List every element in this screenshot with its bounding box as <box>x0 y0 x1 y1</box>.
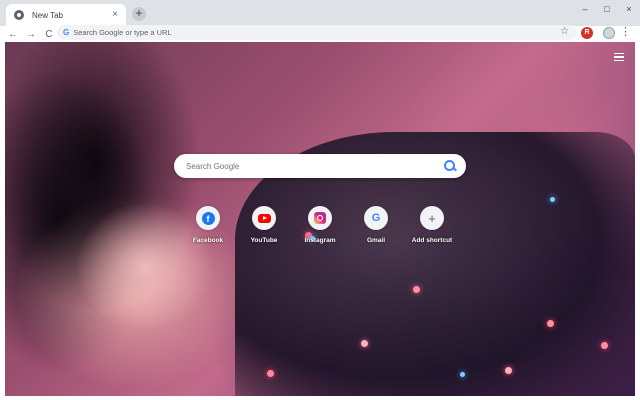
search-icon[interactable] <box>440 157 458 175</box>
close-tab-icon[interactable]: × <box>108 10 122 20</box>
shortcut-youtube[interactable]: YouTube <box>236 206 292 244</box>
background-light <box>460 372 465 377</box>
window-controls: – □ × <box>574 0 640 18</box>
maximize-button[interactable]: □ <box>596 0 618 18</box>
profile-avatar-icon[interactable] <box>603 27 615 39</box>
background-light <box>267 370 274 377</box>
globe-icon <box>14 10 24 20</box>
shortcut-label: YouTube <box>250 237 278 244</box>
shortcut-instagram[interactable]: Instagram <box>292 206 348 244</box>
background-light <box>505 367 512 374</box>
address-bar[interactable]: G Search Google or type a URL ☆ <box>57 25 577 40</box>
shortcut-tile: G <box>364 206 388 230</box>
back-arrow-icon[interactable]: ← <box>6 29 20 40</box>
background-light <box>413 286 420 293</box>
shortcut-facebook[interactable]: f Facebook <box>180 206 236 244</box>
background-light <box>361 340 368 347</box>
address-bar-placeholder: Search Google or type a URL <box>73 28 172 37</box>
background-light <box>547 320 554 327</box>
shortcut-tile: f <box>196 206 220 230</box>
shortcut-label: Gmail <box>366 237 386 244</box>
shortcut-label: Add shortcut <box>411 237 453 244</box>
plus-icon: + <box>428 210 436 226</box>
shortcut-label: Facebook <box>192 237 224 244</box>
background-light <box>550 197 555 202</box>
google-icon: G <box>371 212 381 224</box>
shortcut-tile <box>252 206 276 230</box>
new-tab-button[interactable]: + <box>132 7 146 21</box>
shortcut-add[interactable]: + Add shortcut <box>404 206 460 244</box>
close-window-button[interactable]: × <box>618 0 640 18</box>
shortcut-tile <box>308 206 332 230</box>
facebook-icon: f <box>201 211 215 225</box>
extension-icon[interactable]: R <box>581 27 593 39</box>
shortcut-gmail[interactable]: G Gmail <box>348 206 404 244</box>
shortcut-label: Instagram <box>304 237 336 244</box>
tab-strip: New Tab × + – □ × <box>0 0 640 26</box>
background-light <box>601 342 608 349</box>
search-placeholder: Search Google <box>186 161 240 171</box>
youtube-icon <box>257 213 271 223</box>
browser-menu-icon[interactable]: ⋮ <box>620 25 631 38</box>
instagram-icon <box>314 212 326 224</box>
shortcut-tile: + <box>420 206 444 230</box>
google-search-box[interactable]: Search Google <box>174 154 466 178</box>
tab-new-tab[interactable]: New Tab × <box>6 4 126 26</box>
tab-title: New Tab <box>32 10 63 20</box>
google-icon: G <box>63 28 70 37</box>
customize-menu-icon[interactable] <box>614 53 624 61</box>
reload-icon[interactable]: C <box>42 29 56 40</box>
bookmark-star-icon[interactable]: ☆ <box>560 26 569 37</box>
minimize-button[interactable]: – <box>574 0 596 18</box>
forward-arrow-icon[interactable]: → <box>24 29 38 40</box>
